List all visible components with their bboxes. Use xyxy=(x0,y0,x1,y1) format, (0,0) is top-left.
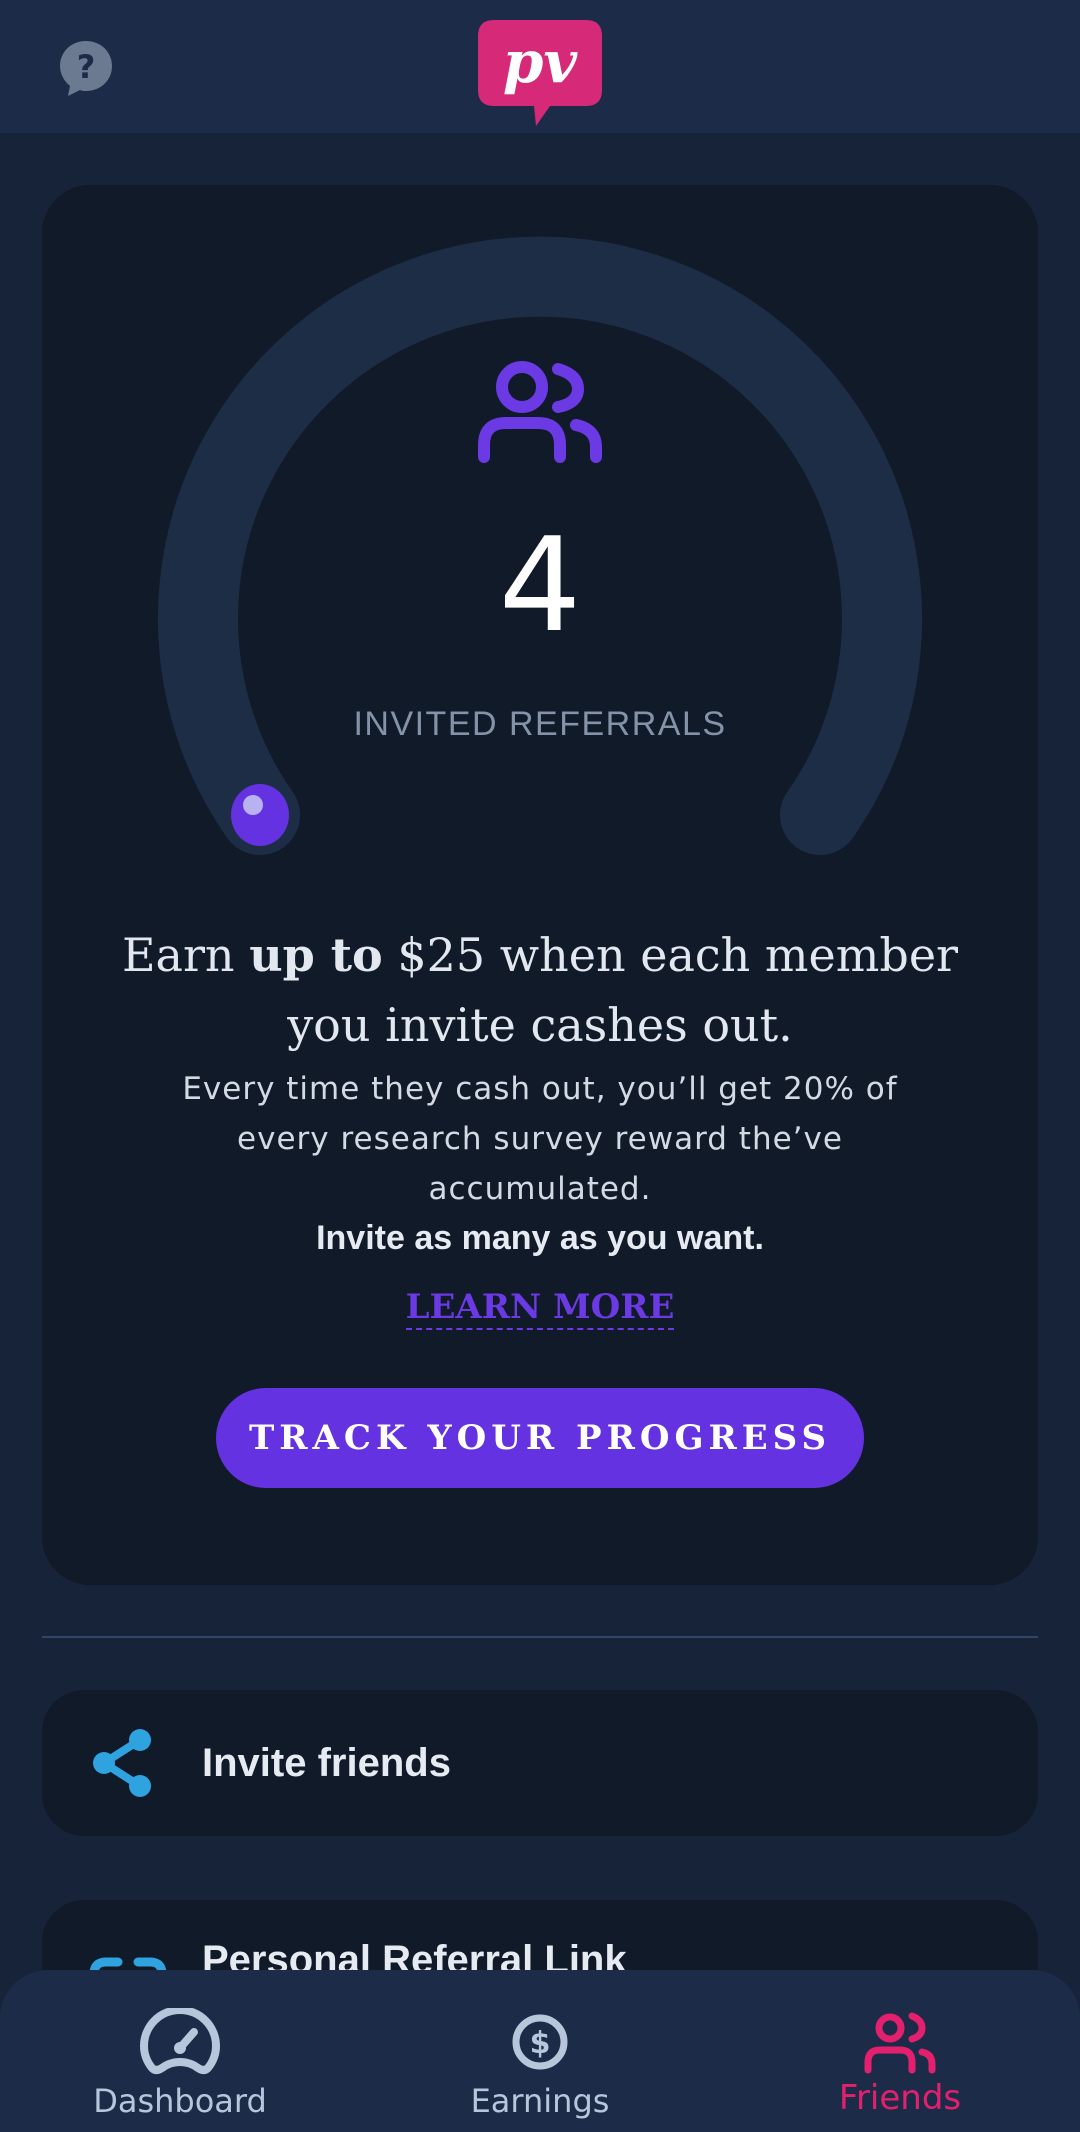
invite-friends-row[interactable]: Invite friends xyxy=(42,1690,1038,1836)
svg-text:$: $ xyxy=(530,2026,551,2061)
section-divider xyxy=(42,1636,1038,1638)
invite-friends-label: Invite friends xyxy=(202,1741,451,1785)
nav-dashboard-label: Dashboard xyxy=(93,2082,267,2120)
gauge-progress-knob xyxy=(231,784,289,846)
learn-more-link[interactable]: LEARN MORE xyxy=(0,1282,1080,1332)
nav-dashboard[interactable]: Dashboard xyxy=(30,1970,330,2132)
friends-icon xyxy=(474,357,608,465)
nav-earnings-label: Earnings xyxy=(470,2082,610,2120)
nav-friends[interactable]: Friends xyxy=(750,1970,1050,2132)
promo-headline: Earn up to $25 when each member you invi… xyxy=(121,928,959,1052)
promo-description-bold: Invite as many as you want. xyxy=(316,1219,764,1257)
promo-description: Every time they cash out, you’ll get 20%… xyxy=(182,1071,898,1207)
nav-friends-label: Friends xyxy=(838,2078,962,2118)
share-icon xyxy=(88,1728,158,1798)
nav-earnings[interactable]: $ Earnings xyxy=(390,1970,690,2132)
track-progress-button[interactable]: TRACK YOUR PROGRESS xyxy=(216,1388,864,1488)
dashboard-icon xyxy=(140,2006,220,2078)
referral-count: 4 xyxy=(498,509,582,661)
bottom-nav: Dashboard $ Earnings Friends xyxy=(0,1970,1080,2132)
friends-icon xyxy=(860,2008,940,2078)
referral-count-label: INVITED REFERRALS xyxy=(353,705,727,743)
dollar-icon: $ xyxy=(500,2008,580,2078)
